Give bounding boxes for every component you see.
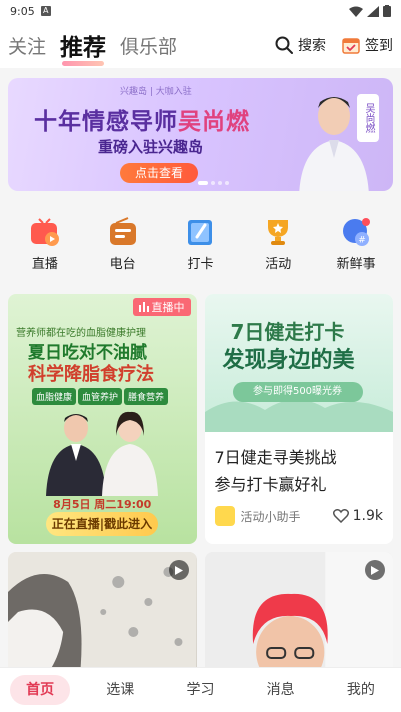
notification-icon: A (40, 6, 51, 16)
live-badge: 直播中 (132, 298, 191, 316)
quick-link-events[interactable]: 活动 (248, 217, 308, 291)
walk-challenge-card[interactable]: 7日健走打卡 发现身边的美 参与即得500曝光券 7日健走寻美挑战 参与打卡赢好… (204, 294, 393, 544)
quick-links: 直播 电台 打卡 活动 # 新鲜事 (0, 199, 401, 291)
nav-messages[interactable]: 消息 (251, 675, 311, 705)
nav-home[interactable]: 首页 (10, 675, 71, 705)
banner-subtitle: 重磅入驻兴趣岛 (98, 138, 204, 156)
signin-button[interactable]: 签到 (342, 35, 393, 55)
notebook-icon (188, 220, 213, 245)
author-avatar[interactable] (214, 506, 235, 526)
banner-side-tag: 吴尚燃 (357, 94, 379, 142)
banner-view-button[interactable]: 点击查看 (120, 163, 198, 183)
calendar-icon (342, 38, 360, 54)
play-icon[interactable] (365, 560, 385, 580)
walk-text-2: 参与打卡赢好礼 (214, 475, 327, 494)
radio-icon (109, 217, 136, 245)
wifi-icon (349, 6, 363, 17)
tab-follow[interactable]: 关注 (8, 32, 46, 59)
like-button[interactable]: 1.9k (332, 508, 383, 524)
quick-link-news[interactable]: # 新鲜事 (326, 217, 386, 291)
quick-link-radio[interactable]: 电台 (93, 217, 153, 291)
signin-label: 签到 (365, 38, 393, 54)
bottom-nav: 首页 选课 学习 消息 我的 (0, 667, 401, 712)
play-icon[interactable] (168, 560, 189, 580)
enter-live-button[interactable]: 正在直播|戳此进入 (46, 512, 158, 536)
banner-pager (198, 181, 229, 185)
banner-tag: 兴趣岛 | 大咖入驻 (120, 87, 192, 97)
nav-learn[interactable]: 学习 (170, 675, 230, 705)
feed: 直播中 营养师都在吃的血脂健康护理 夏日吃对不油腻 科学降脂食疗法 血脂健康 血… (8, 294, 393, 692)
quick-link-checkin[interactable]: 打卡 (170, 217, 230, 291)
live-pills: 血脂健康 血管养护 膳食营养 (32, 388, 169, 405)
nav-courses[interactable]: 选课 (90, 675, 150, 705)
search-icon (275, 36, 293, 54)
status-time: 9:05 (10, 4, 35, 18)
battery-icon (383, 5, 391, 17)
search-label: 搜索 (298, 38, 326, 54)
live-date: 8月5日 周二19:00 (53, 498, 152, 511)
author-name[interactable]: 活动小助手 (241, 508, 301, 525)
tab-club[interactable]: 俱乐部 (120, 32, 177, 59)
live-card[interactable]: 直播中 营养师都在吃的血脂健康护理 夏日吃对不油腻 科学降脂食疗法 血脂健康 血… (8, 294, 197, 544)
nav-profile[interactable]: 我的 (331, 675, 391, 705)
promo-banner[interactable]: 兴趣岛 | 大咖入驻 十年情感导师吴尚燃 重磅入驻兴趣岛 点击查看 吴尚燃 (8, 78, 393, 191)
live-caption: 营养师都在吃的血脂健康护理 (16, 328, 146, 339)
trophy-icon (268, 220, 289, 245)
tv-icon (30, 218, 59, 246)
svg-text:#: # (358, 236, 366, 246)
tab-recommend[interactable]: 推荐 (60, 28, 106, 66)
live-bars-icon (138, 302, 149, 312)
hosts-image (46, 411, 158, 496)
heart-icon (332, 509, 349, 523)
top-nav: 关注 推荐 俱乐部 搜索 签到 (0, 22, 401, 68)
walk-challenge-image: 7日健走打卡 发现身边的美 参与即得500曝光券 (204, 294, 393, 432)
search-button[interactable]: 搜索 (275, 35, 326, 55)
coupon-pill: 参与即得500曝光券 (232, 382, 363, 402)
walk-text-1: 7日健走寻美挑战 (214, 448, 337, 467)
live-title-2: 科学降脂食疗法 (28, 364, 154, 385)
status-bar: 9:05 A (0, 0, 401, 22)
chat-bubble-icon: # (343, 218, 371, 246)
quick-link-live[interactable]: 直播 (15, 217, 75, 291)
banner-title: 十年情感导师吴尚燃 (34, 109, 250, 135)
signal-icon (367, 5, 379, 17)
